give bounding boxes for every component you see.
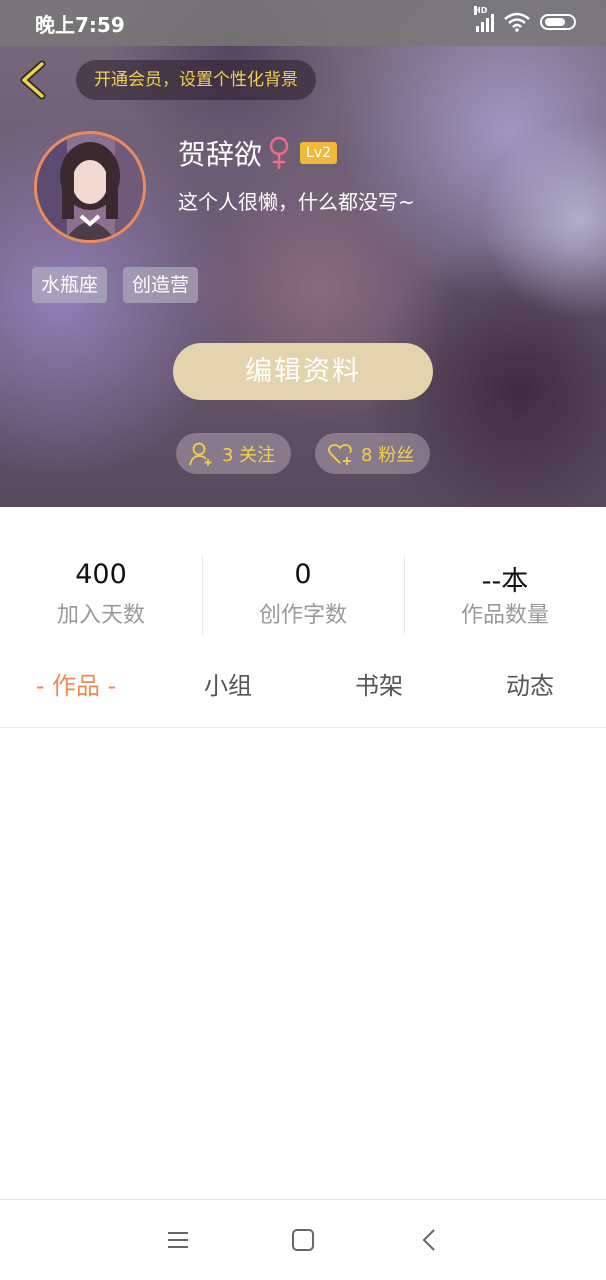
signal-icon: HD (474, 6, 494, 32)
avatar[interactable] (34, 131, 146, 243)
edit-profile-button[interactable]: 编辑资料 (173, 343, 433, 400)
stat-label: 作品数量 (460, 603, 549, 628)
tab-groups[interactable]: 小组 (170, 645, 286, 727)
status-bar: 晚上7:59 HD (0, 0, 606, 46)
username-row: 贺辞欲 Lv2 (178, 133, 338, 173)
fans-count: 8 粉丝 (361, 444, 415, 466)
vip-background-banner[interactable]: 开通会员，设置个性化背景 (76, 60, 316, 100)
bio-text: 这个人很懒，什么都没写~ (178, 190, 415, 214)
stat-works-count: --本 作品数量 (404, 507, 606, 645)
back-icon[interactable] (416, 1226, 444, 1254)
tag-item: 创造营 (123, 267, 199, 303)
back-arrow-icon[interactable] (14, 58, 54, 102)
status-time: 晚上7:59 (35, 13, 125, 37)
profile-stats: 400 加入天数 0 创作字数 --本 作品数量 (0, 507, 606, 646)
level-badge: Lv2 (300, 142, 338, 164)
female-icon (269, 136, 289, 169)
stat-word-count: 0 创作字数 (202, 507, 404, 645)
add-user-icon (189, 442, 212, 466)
stat-value: 400 (75, 559, 127, 590)
stat-label: 加入天数 (56, 603, 145, 628)
tab-bookshelf[interactable]: 书架 (321, 645, 437, 727)
profile-page: 晚上7:59 HD 开通会员，设置个性化背景 贺辞欲 Lv2 这个人很懒，什么都… (0, 0, 606, 1280)
home-icon[interactable] (289, 1226, 317, 1254)
system-nav-bar (0, 1199, 606, 1280)
menu-icon[interactable] (164, 1226, 192, 1254)
hd-label: HD (474, 6, 488, 15)
tag-item: 水瓶座 (32, 267, 108, 303)
following-button[interactable]: 3 关注 (176, 433, 291, 474)
following-count: 3 关注 (222, 444, 276, 466)
tag-list: 水瓶座 创造营 (32, 267, 199, 303)
heart-plus-icon (328, 443, 352, 465)
tab-activity[interactable]: 动态 (472, 645, 588, 727)
stat-value: --本 (481, 566, 529, 597)
stat-join-days: 400 加入天数 (0, 507, 202, 645)
profile-header-background: 晚上7:59 HD 开通会员，设置个性化背景 贺辞欲 Lv2 这个人很懒，什么都… (0, 0, 606, 507)
username: 贺辞欲 (178, 138, 263, 171)
fans-button[interactable]: 8 粉丝 (315, 433, 430, 474)
tab-works[interactable]: - 作品 - (14, 645, 138, 727)
stat-value: 0 (294, 559, 312, 590)
stat-label: 创作字数 (258, 603, 347, 628)
wifi-icon (504, 12, 530, 32)
battery-icon (540, 14, 576, 30)
profile-tabs: - 作品 - 小组 书架 动态 (0, 645, 606, 728)
avatar-image (37, 134, 143, 240)
